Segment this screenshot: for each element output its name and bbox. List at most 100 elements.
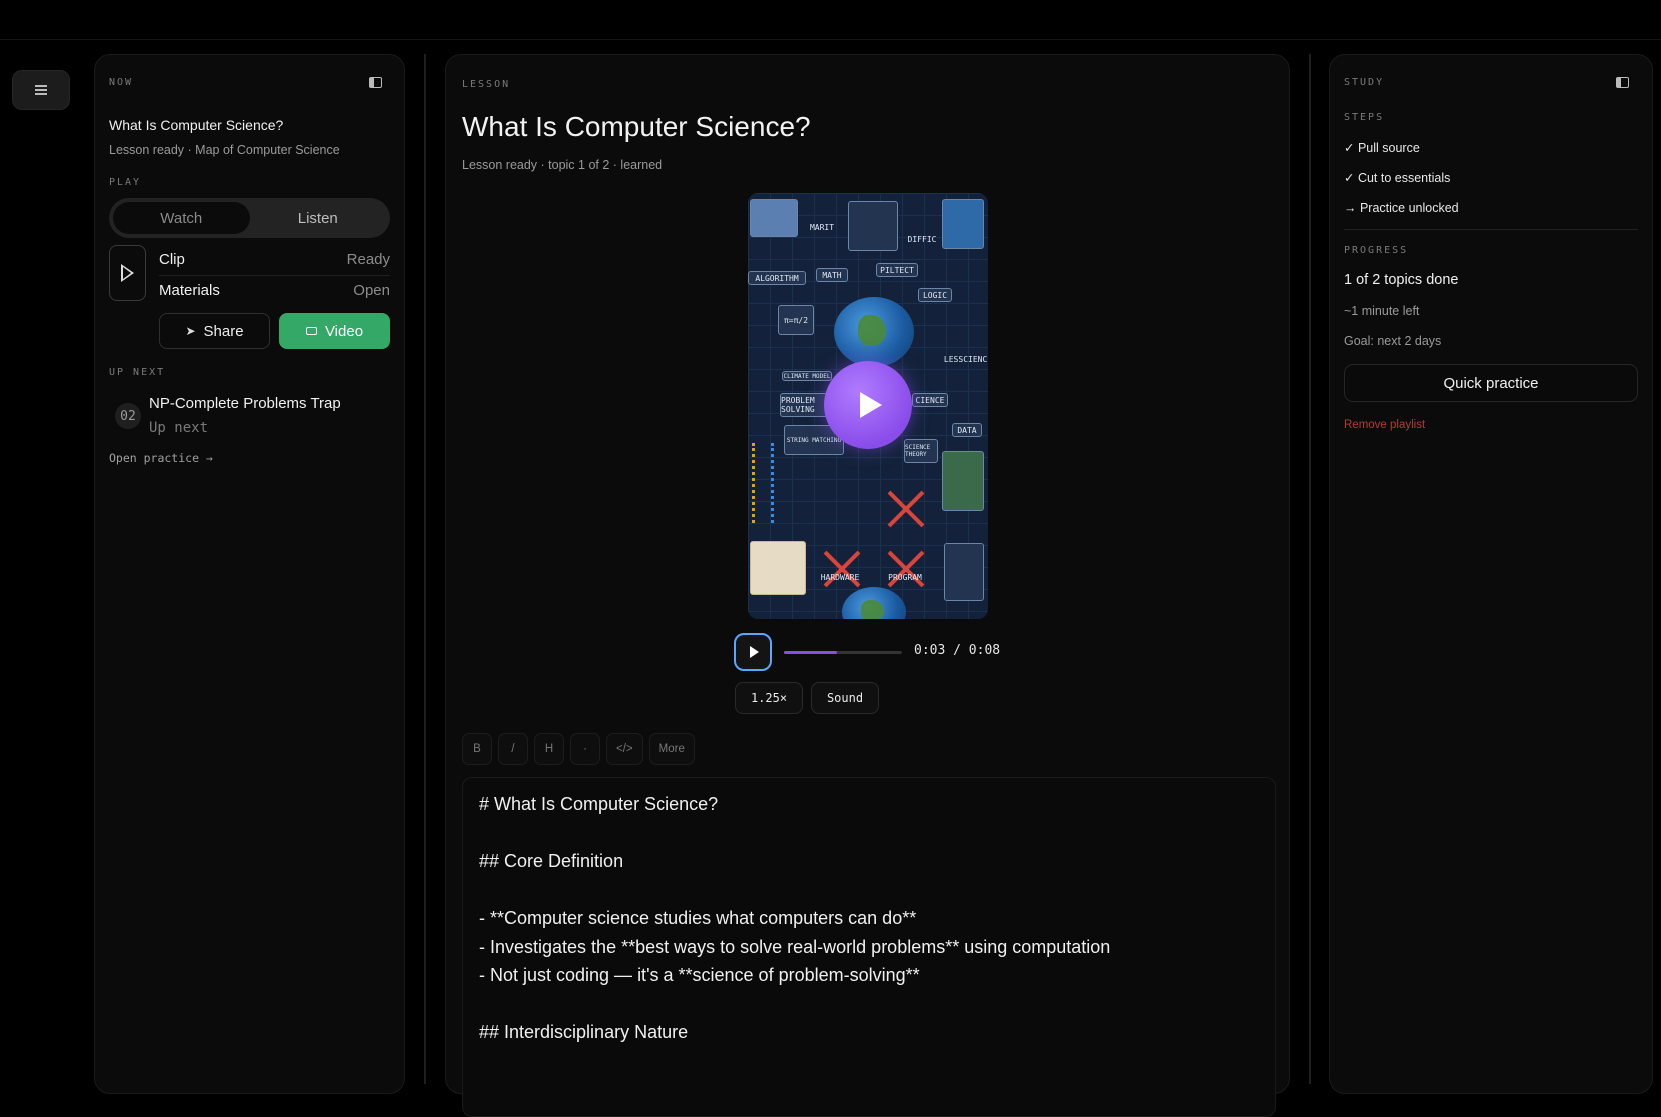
- more-button[interactable]: More: [648, 733, 695, 765]
- collapse-panel-icon[interactable]: [1616, 77, 1629, 88]
- progress-scrubber[interactable]: [784, 651, 902, 654]
- thumb-formula: π=π/2: [778, 305, 814, 335]
- up-next-number: 02: [115, 403, 141, 429]
- thumb-label: MATH: [816, 268, 848, 282]
- editor-line: - Not just coding — it's a **science of …: [479, 965, 920, 985]
- play-icon: [121, 264, 134, 282]
- progress-eyebrow: PROGRESS: [1344, 245, 1409, 256]
- bold-button[interactable]: B: [462, 733, 492, 765]
- thumb-label: PROBLEM SOLVING: [780, 393, 828, 417]
- sound-button[interactable]: Sound: [811, 682, 879, 714]
- topics-done: 1 of 2 topics done: [1344, 272, 1459, 288]
- thumb-laptop: [750, 199, 798, 237]
- remove-playlist-link[interactable]: Remove playlist: [1344, 419, 1425, 431]
- top-bar: [0, 0, 1661, 40]
- panel-divider[interactable]: [424, 54, 426, 1084]
- up-next-eyebrow: UP NEXT: [109, 367, 166, 378]
- thumb-person: [942, 451, 984, 511]
- player-play-button[interactable]: [734, 633, 772, 671]
- time-readout: 0:03 / 0:08: [914, 643, 1001, 658]
- thumb-label: CLIMATE MODEL: [782, 371, 832, 381]
- thumb-label: PROGRAM: [888, 572, 922, 582]
- share-button[interactable]: ➤ Share: [159, 313, 270, 349]
- video-player[interactable]: MARIT DIFFIC ALGORITHM MATH PILTECT LOGI…: [748, 193, 988, 619]
- materials-status: Open: [353, 282, 390, 299]
- study-panel: STUDY STEPS ✓ Pull source ✓ Cut to essen…: [1329, 54, 1653, 1094]
- goal: Goal: next 2 days: [1344, 334, 1442, 348]
- camera-icon: [305, 327, 317, 335]
- video-button[interactable]: Video: [279, 313, 390, 349]
- panel-divider[interactable]: [1309, 54, 1311, 1084]
- materials-row[interactable]: Materials Open: [159, 282, 390, 299]
- step-item: ✓ Pull source: [1344, 141, 1420, 155]
- clip-label: Clip: [159, 251, 185, 268]
- thumb-cross: [886, 549, 926, 589]
- up-next-status: Up next: [149, 420, 209, 436]
- lesson-title: What Is Computer Science?: [109, 117, 284, 133]
- bullet-button[interactable]: ·: [570, 733, 600, 765]
- time-left: ~1 minute left: [1344, 304, 1420, 318]
- lesson-eyebrow: LESSON: [462, 79, 511, 90]
- progress-fill: [784, 651, 838, 654]
- mode-toggle: Watch Listen: [109, 198, 390, 238]
- thumb-label: MARIT: [809, 222, 835, 232]
- materials-label: Materials: [159, 282, 220, 299]
- editor-toolbar: B / H · </> More: [462, 733, 695, 765]
- mode-listen[interactable]: Listen: [250, 202, 387, 234]
- markdown-editor[interactable]: # What Is Computer Science? ## Core Defi…: [462, 777, 1276, 1117]
- up-next-title[interactable]: NP-Complete Problems Trap: [149, 395, 341, 412]
- play-icon: [749, 646, 759, 658]
- steps-eyebrow: STEPS: [1344, 112, 1385, 123]
- study-eyebrow: STUDY: [1344, 77, 1385, 88]
- quick-practice-button[interactable]: Quick practice: [1344, 364, 1638, 402]
- thumb-globe: [834, 297, 914, 367]
- page-title: What Is Computer Science?: [462, 111, 811, 142]
- thumb-label: DATA: [952, 423, 982, 437]
- play-icon: [860, 392, 882, 418]
- video-play-overlay[interactable]: [824, 361, 912, 449]
- heading-button[interactable]: H: [534, 733, 564, 765]
- hamburger-icon: [35, 85, 47, 95]
- editor-line: ## Core Definition: [479, 851, 624, 871]
- editor-line: ## Interdisciplinary Nature: [479, 1022, 689, 1042]
- row-divider: [159, 275, 390, 276]
- mode-watch[interactable]: Watch: [113, 202, 250, 234]
- thumb-label: ALGORITHM: [748, 271, 806, 285]
- thumb-label: LOGIC: [918, 288, 952, 302]
- clip-play-button[interactable]: [109, 245, 146, 301]
- step-item: → Practice unlocked: [1344, 201, 1459, 215]
- play-eyebrow: PLAY: [109, 177, 142, 188]
- code-button[interactable]: </>: [606, 733, 643, 765]
- thumb-label: LESSCIENCE: [943, 354, 988, 364]
- editor-line: # What Is Computer Science?: [479, 794, 719, 814]
- thumb-dna: [752, 443, 774, 523]
- now-eyebrow: NOW: [109, 77, 134, 88]
- lesson-panel: LESSON What Is Computer Science? Lesson …: [445, 54, 1290, 1117]
- thumb-label: HARDWARE: [820, 572, 860, 582]
- thumb-cross: [886, 489, 926, 529]
- send-icon: ➤: [185, 324, 196, 338]
- collapse-panel-icon[interactable]: [369, 77, 382, 88]
- clip-status: Ready: [346, 251, 390, 268]
- now-panel: NOW What Is Computer Science? Lesson rea…: [94, 54, 405, 1094]
- speed-button[interactable]: 1.25×: [735, 682, 803, 714]
- lesson-meta: Lesson ready · topic 1 of 2 · learned: [462, 158, 663, 172]
- thumb-label: DIFFIC: [907, 234, 937, 244]
- editor-line: - **Computer science studies what comput…: [479, 908, 917, 928]
- thumb-cross: [822, 549, 862, 589]
- section-divider: [1344, 229, 1638, 230]
- lesson-subtitle: Lesson ready · Map of Computer Science: [109, 143, 340, 157]
- thumb-label: SCIENCE THEORY: [904, 439, 938, 463]
- menu-button[interactable]: [12, 70, 70, 110]
- italic-button[interactable]: /: [498, 733, 528, 765]
- share-label: Share: [203, 322, 244, 340]
- thumb-label: PILTECT: [876, 263, 918, 277]
- clip-row[interactable]: Clip Ready: [159, 251, 390, 268]
- thumb-label: CIENCE: [912, 393, 948, 407]
- open-practice-link[interactable]: Open practice →: [109, 451, 213, 465]
- thumb-book: [750, 541, 806, 595]
- thumb-document: [848, 201, 898, 251]
